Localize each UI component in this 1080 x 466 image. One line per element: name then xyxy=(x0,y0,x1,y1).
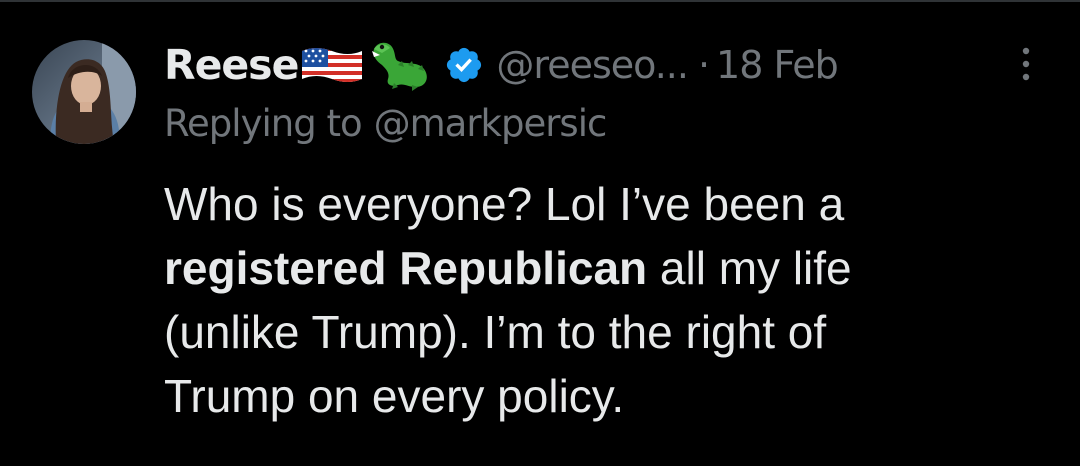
timestamp[interactable]: 18 Feb xyxy=(716,43,839,87)
tweet-text: Who is everyone? Lol I’ve been a registe… xyxy=(164,172,1064,428)
crocodile-icon xyxy=(368,39,432,91)
tweet-text-segment: all my life xyxy=(647,242,852,294)
replying-to-handle[interactable]: @markpersic xyxy=(374,102,608,145)
tweet-text-line: (unlike Trump). I’m to the right of xyxy=(164,306,827,358)
separator-dot: · xyxy=(697,43,711,87)
more-options-button[interactable] xyxy=(1012,44,1040,84)
user-handle[interactable]: @reeseo... xyxy=(496,43,689,87)
tweet-bold-text: registered Republican xyxy=(164,242,648,294)
us-flag-icon xyxy=(300,45,364,85)
avatar-image xyxy=(32,40,136,144)
tweet-text-line: Who is everyone? Lol I’ve been a xyxy=(164,178,845,230)
replying-to: Replying to @markpersic xyxy=(164,96,608,150)
tweet-text-line: Trump on every policy. xyxy=(164,370,625,422)
display-name[interactable]: Reese xyxy=(164,41,299,89)
top-divider xyxy=(0,0,1080,2)
avatar[interactable] xyxy=(32,40,136,144)
tweet-header: Reese @reeseo... · 18 Feb xyxy=(164,38,839,92)
verified-badge-icon xyxy=(444,45,484,85)
tweet-text-line: registered Republican all my life xyxy=(164,236,1064,300)
more-options-icon xyxy=(1022,47,1030,81)
replying-to-label: Replying to xyxy=(164,101,363,145)
